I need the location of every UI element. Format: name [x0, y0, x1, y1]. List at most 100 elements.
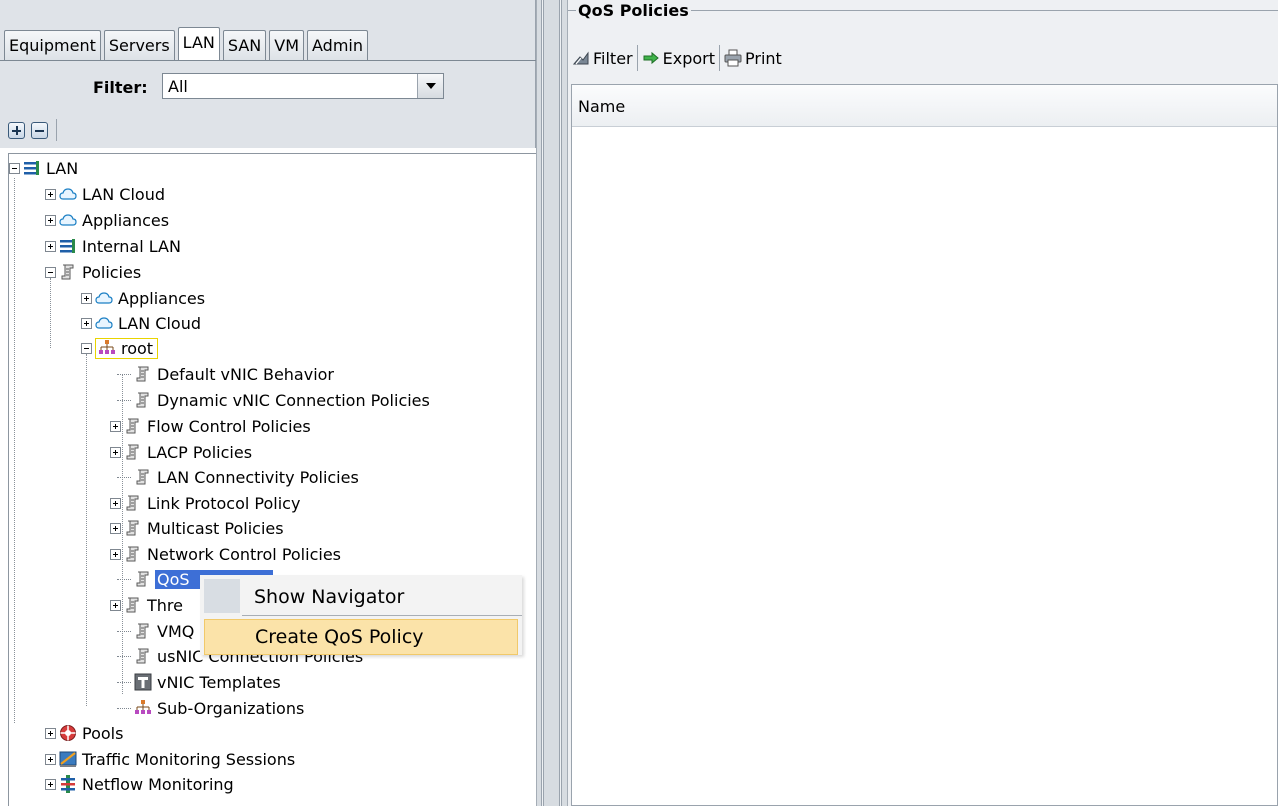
- pane-splitter[interactable]: [536, 0, 568, 806]
- policy-scroll-icon: [134, 647, 152, 665]
- tree-label: LACP Policies: [147, 442, 253, 462]
- collapse-icon[interactable]: [9, 162, 20, 174]
- tree-node-vmq[interactable]: VMQ: [117, 619, 196, 643]
- tab-lan[interactable]: LAN: [177, 27, 220, 61]
- lan-icon: [23, 159, 41, 177]
- expand-icon[interactable]: [110, 548, 121, 560]
- expand-icon[interactable]: [45, 188, 56, 200]
- policy-scroll-icon: [124, 443, 142, 461]
- expand-icon[interactable]: [81, 292, 92, 304]
- tree-node-threshold[interactable]: Thre: [110, 593, 185, 617]
- expand-icon[interactable]: [45, 778, 56, 790]
- tab-servers[interactable]: Servers: [103, 30, 175, 60]
- expand-icon[interactable]: [45, 753, 56, 765]
- tree-label: Default vNIC Behavior: [157, 364, 335, 384]
- tab-admin[interactable]: Admin: [307, 30, 368, 60]
- tree-node-dynamic-vnic[interactable]: Dynamic vNIC Connection Policies: [117, 388, 432, 412]
- policy-scroll-icon: [59, 263, 77, 281]
- context-menu: Show Navigator Create QoS Policy: [200, 575, 522, 655]
- column-header-name[interactable]: Name: [578, 97, 625, 116]
- policy-scroll-icon: [124, 519, 142, 537]
- tree-label: root: [121, 338, 154, 358]
- navigation-tree: LAN LAN Cloud Appliances Internal LAN Po…: [8, 153, 536, 806]
- policy-scroll-icon: [124, 417, 142, 435]
- chevron-down-icon[interactable]: [417, 74, 443, 98]
- tree-label: Appliances: [82, 210, 170, 230]
- tree-label: Flow Control Policies: [147, 416, 311, 436]
- monitor-icon: [59, 750, 77, 768]
- tree-node-policies-appliances[interactable]: Appliances: [81, 286, 207, 310]
- filter-label: Filter:: [93, 78, 148, 97]
- policy-scroll-icon: [134, 468, 152, 486]
- expand-icon[interactable]: [110, 522, 121, 534]
- content-pane: QoS Policies Filter Export Print Name: [568, 0, 1278, 806]
- tree-label: Link Protocol Policy: [147, 493, 301, 513]
- expand-icon[interactable]: [110, 497, 121, 509]
- tree-node-lacp[interactable]: LACP Policies: [110, 440, 254, 464]
- toolbar-separator: [56, 119, 57, 141]
- content-toolbar: Filter Export Print: [568, 42, 786, 74]
- tree-node-pools[interactable]: Pools: [45, 721, 125, 745]
- tree-node-network-control[interactable]: Network Control Policies: [110, 542, 343, 566]
- tree-label: VMQ: [157, 621, 195, 641]
- lan-icon: [59, 237, 77, 255]
- tree-node-link-protocol[interactable]: Link Protocol Policy: [110, 491, 302, 515]
- expand-icon[interactable]: [110, 446, 121, 458]
- tree-node-policies-lan-cloud[interactable]: LAN Cloud: [81, 311, 203, 335]
- tree-node-appliances[interactable]: Appliances: [45, 208, 171, 232]
- expand-icon[interactable]: [45, 240, 56, 252]
- tree-node-lan-cloud[interactable]: LAN Cloud: [45, 182, 167, 206]
- menu-item-create-qos-policy[interactable]: Create QoS Policy: [204, 619, 518, 655]
- tree-node-default-vnic-behavior[interactable]: Default vNIC Behavior: [117, 362, 336, 386]
- policy-scroll-icon: [134, 570, 152, 588]
- print-button-label: Print: [745, 48, 782, 68]
- table-header: Name: [572, 85, 1277, 127]
- tab-vm[interactable]: VM: [269, 30, 304, 60]
- tree-label: LAN Cloud: [118, 313, 201, 333]
- tree-node-traffic-monitoring[interactable]: Traffic Monitoring Sessions: [45, 747, 297, 771]
- expand-all-icon[interactable]: [8, 121, 25, 139]
- cloud-icon: [59, 185, 77, 203]
- tab-san[interactable]: SAN: [222, 30, 267, 60]
- menu-item-label: Create QoS Policy: [255, 626, 424, 648]
- policy-scroll-icon: [124, 494, 142, 512]
- netflow-icon: [59, 775, 77, 793]
- filter-select[interactable]: All: [162, 73, 444, 99]
- menu-item-show-navigator[interactable]: Show Navigator: [200, 579, 522, 615]
- expand-icon[interactable]: [110, 420, 121, 432]
- collapse-all-icon[interactable]: [31, 121, 48, 139]
- tree-node-multicast[interactable]: Multicast Policies: [110, 516, 286, 540]
- tree-node-lan[interactable]: LAN: [9, 156, 80, 180]
- filter-button[interactable]: Filter: [568, 44, 637, 72]
- policy-scroll-icon: [134, 622, 152, 640]
- tree-node-sub-organizations[interactable]: Sub-Organizations: [117, 696, 306, 720]
- organization-icon: [98, 339, 116, 357]
- print-button[interactable]: Print: [720, 44, 786, 72]
- tree-label: Policies: [82, 262, 142, 282]
- policy-scroll-icon: [134, 365, 152, 383]
- tab-equipment[interactable]: Equipment: [4, 30, 101, 60]
- expand-icon[interactable]: [45, 214, 56, 226]
- tree-node-root[interactable]: root: [81, 336, 159, 360]
- export-button[interactable]: Export: [638, 44, 719, 72]
- expand-icon[interactable]: [81, 317, 92, 329]
- filter-icon: [572, 49, 590, 67]
- tree-label: LAN Cloud: [82, 184, 165, 204]
- template-icon: [134, 673, 152, 691]
- tree-label: LAN Connectivity Policies: [157, 467, 359, 487]
- expand-icon[interactable]: [45, 727, 56, 739]
- collapse-icon[interactable]: [81, 342, 92, 354]
- tree-node-policies[interactable]: Policies: [45, 260, 143, 284]
- collapse-icon[interactable]: [45, 266, 56, 278]
- expand-icon[interactable]: [110, 599, 121, 611]
- tree-node-vnic-templates[interactable]: vNIC Templates: [117, 670, 283, 694]
- tree-label: Sub-Organizations: [157, 698, 305, 718]
- tree-label: Network Control Policies: [147, 544, 341, 564]
- tree-label: LAN: [46, 158, 79, 178]
- cloud-icon: [59, 211, 77, 229]
- tree-node-lan-connectivity[interactable]: LAN Connectivity Policies: [117, 465, 361, 489]
- tree-node-flow-control[interactable]: Flow Control Policies: [110, 414, 313, 438]
- tree-node-internal-lan[interactable]: Internal LAN: [45, 234, 183, 258]
- tree-node-netflow[interactable]: Netflow Monitoring: [45, 772, 236, 796]
- qos-policies-table: Name: [571, 84, 1278, 806]
